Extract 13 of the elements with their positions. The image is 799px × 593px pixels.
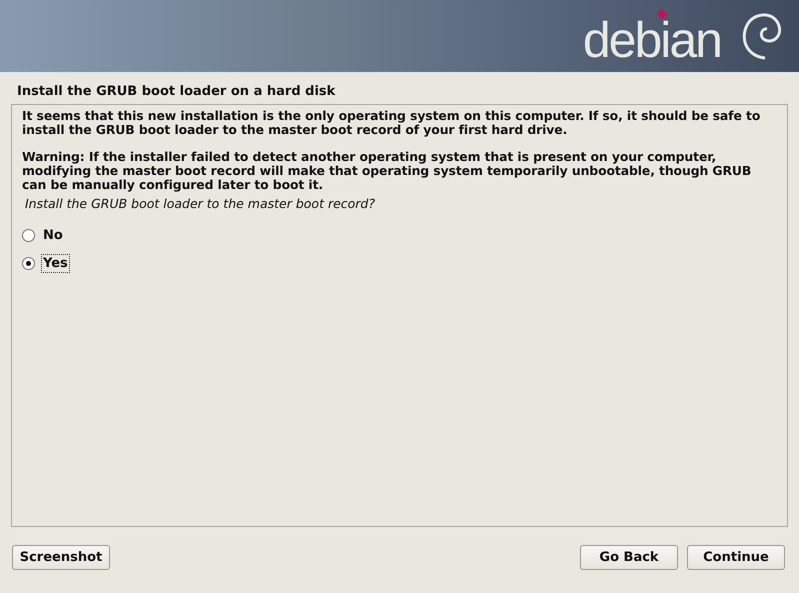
description-text: It seems that this new installation is the only operating system on this computer. If so, it should be safe to install the GRUB boot loader to the master boot record of your first hard drive. [22,109,762,137]
radio-button[interactable] [22,256,35,270]
option-label[interactable]: Yes [41,254,70,272]
radio-button[interactable] [22,228,35,242]
nav-button[interactable]: Continue [687,545,785,570]
page-title: Install the GRUB boot loader on a hard disk [16,83,336,101]
option-label[interactable]: No [41,226,65,244]
description-text: Warning: If the installer failed to detect another operating system that is present on your computer, modifying the master boot record will make that operating system temporarily unbootable, though GRUB can be manually configured later to boot it. [22,150,752,192]
nav-button[interactable]: Go Back [580,545,678,570]
question-text: Install the GRUB boot loader to the master boot record? [24,196,376,211]
diamond-icon [657,9,667,19]
logo-text: debian [582,22,721,58]
screenshot-button[interactable]: Screenshot [12,545,110,570]
